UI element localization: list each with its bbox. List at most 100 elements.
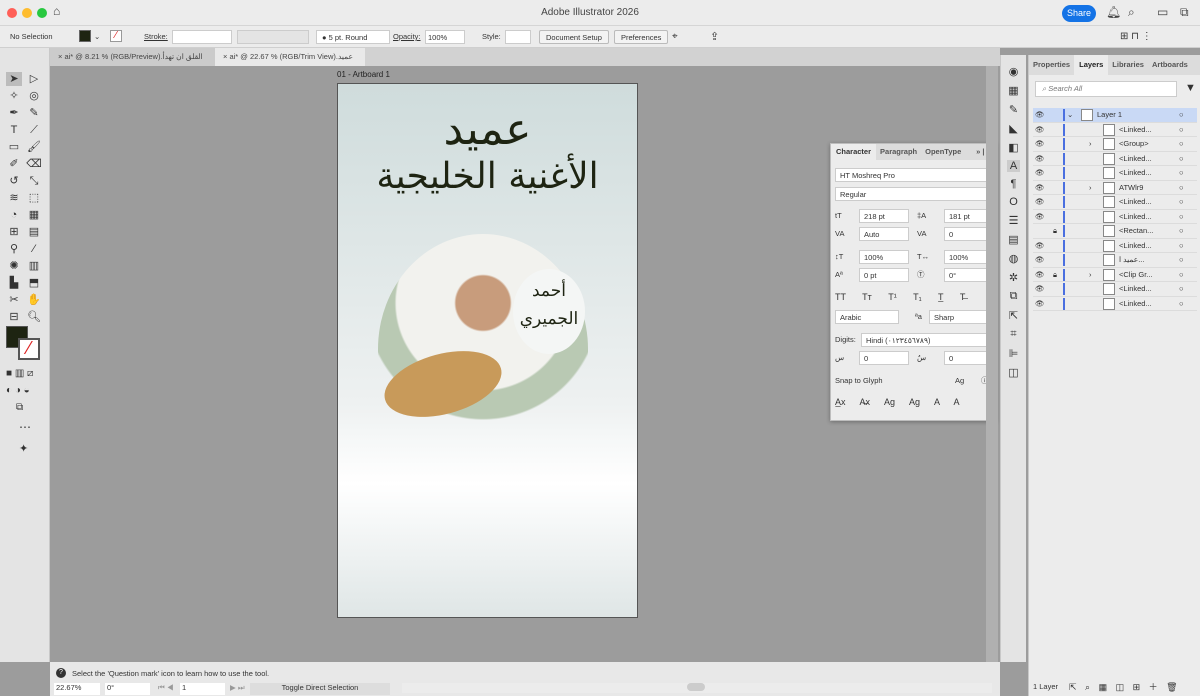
arrange-icon[interactable]: ⧉ xyxy=(1180,5,1189,20)
slice-tool-icon[interactable]: ✂ xyxy=(6,293,22,307)
curvature-tool-icon[interactable]: ✎ xyxy=(26,106,42,120)
fill-swatch[interactable] xyxy=(79,30,91,42)
layers-search-input[interactable]: ⌕ Search All xyxy=(1035,81,1177,97)
target-circle-icon[interactable]: ○ xyxy=(1179,137,1184,151)
pen-tool-icon[interactable]: ✒ xyxy=(6,106,22,120)
lasso-tool-icon[interactable]: ◎ xyxy=(26,89,42,103)
zoom-select[interactable]: 22.67% xyxy=(54,683,100,695)
visibility-eye-icon[interactable]: 👁︎ xyxy=(1035,166,1045,180)
layer-row[interactable]: 👁︎ <Linked... ○ xyxy=(1033,282,1197,297)
baseline-shift-input[interactable]: 0 pt xyxy=(859,268,909,282)
vertical-scrollbar[interactable] xyxy=(986,66,998,662)
direct-selection-tool-icon[interactable]: ▷ xyxy=(26,72,42,86)
text-style-buttons[interactable]: TT Tт T¹ T₁ T̲ T̶ xyxy=(835,290,992,304)
opacity-label[interactable]: Opacity: xyxy=(393,30,421,44)
preferences-button[interactable]: Preferences xyxy=(614,30,669,44)
stroke-icon[interactable]: ☰ xyxy=(1009,214,1019,227)
visibility-eye-icon[interactable]: 👁︎ xyxy=(1035,123,1045,137)
shaper-tool-icon[interactable]: ✐ xyxy=(6,157,22,171)
symbols-icon[interactable]: ✲ xyxy=(1009,271,1018,284)
rotation-select[interactable]: 0° xyxy=(105,683,150,695)
layer-row[interactable]: 👁︎ عميد ا... ○ xyxy=(1033,253,1197,268)
target-circle-icon[interactable]: ○ xyxy=(1179,239,1184,253)
opentype-icon[interactable]: O xyxy=(1009,196,1018,208)
zoom-tool-icon[interactable]: 🔍︎ xyxy=(26,310,42,324)
target-circle-icon[interactable]: ○ xyxy=(1179,166,1184,180)
chevron-down-icon[interactable]: ⌄ xyxy=(1067,108,1073,122)
layer-row[interactable]: 👁︎ 🔒︎ › <Clip Gr... ○ xyxy=(1033,268,1197,282)
layer-row[interactable]: 🔒︎ <Rectan... ○ xyxy=(1033,224,1197,239)
character-rotation-input[interactable]: 0° xyxy=(944,268,992,282)
magic-wand-tool-icon[interactable]: ✧ xyxy=(6,89,22,103)
glyph-icon[interactable]: Ag xyxy=(955,374,964,388)
layer-row[interactable]: 👁︎ <Linked... ○ xyxy=(1033,239,1197,253)
tab-paragraph[interactable]: Paragraph xyxy=(876,144,921,160)
target-circle-icon[interactable]: ○ xyxy=(1179,282,1184,296)
visibility-eye-icon[interactable]: 👁︎ xyxy=(1035,297,1045,311)
transparency-icon[interactable]: ◧ xyxy=(1008,141,1018,154)
snap-to-glyph-buttons[interactable]: A̲x A̶x Ag Ag A A xyxy=(835,395,992,413)
visibility-eye-icon[interactable]: 👁︎ xyxy=(1035,137,1045,151)
vertical-scale-input[interactable]: 100% xyxy=(859,250,909,264)
tab-libraries[interactable]: Libraries xyxy=(1108,55,1148,75)
image-trace-icon[interactable]: ⌗ xyxy=(1010,328,1016,341)
symbol-sprayer-tool-icon[interactable]: ✺ xyxy=(6,259,22,273)
share-button[interactable]: Share xyxy=(1062,5,1096,22)
target-circle-icon[interactable]: ○ xyxy=(1179,297,1184,311)
target-circle-icon[interactable]: ○ xyxy=(1179,268,1184,282)
font-style-select[interactable]: Regular xyxy=(835,187,992,201)
shapes-icon[interactable]: ◣ xyxy=(1009,122,1017,135)
paintbrush-tool-icon[interactable]: 🖌︎ xyxy=(26,140,42,154)
font-size-input[interactable]: 218 pt xyxy=(859,209,909,223)
type-tool-icon[interactable]: T xyxy=(6,123,22,137)
help-icon[interactable]: ? xyxy=(56,668,66,678)
blend-tool-icon[interactable]: ⁄ xyxy=(26,242,42,256)
chevron-right-icon[interactable]: › xyxy=(1089,268,1092,282)
visibility-eye-icon[interactable]: 👁︎ xyxy=(1035,239,1045,253)
tab-properties[interactable]: Properties xyxy=(1029,55,1074,75)
tab-opentype[interactable]: OpenType xyxy=(921,144,965,160)
rotate-tool-icon[interactable]: ↺ xyxy=(6,174,22,188)
export-icon[interactable]: ⇪ xyxy=(710,30,719,44)
pathfinder-icon[interactable]: ⧉ xyxy=(1010,290,1018,303)
visibility-eye-icon[interactable]: 👁︎ xyxy=(1035,152,1045,166)
artboard-tool-icon[interactable]: ⬒ xyxy=(26,276,42,290)
layer-row[interactable]: 👁︎ › ATWlr9 ○ xyxy=(1033,181,1197,195)
tab-document-2[interactable]: × ai* @ 22.67 % (RGB/Trim View).عميد xyxy=(215,48,365,66)
eraser-tool-icon[interactable]: ⌫ xyxy=(26,157,42,171)
tab-layers[interactable]: Layers xyxy=(1074,55,1109,75)
brushes-icon[interactable]: ✎ xyxy=(1009,103,1018,116)
visibility-eye-icon[interactable]: 👁︎ xyxy=(1035,108,1045,122)
stroke-weight-input[interactable] xyxy=(172,30,232,44)
lock-icon[interactable]: 🔒︎ xyxy=(1053,268,1057,282)
free-transform-tool-icon[interactable]: ⬚ xyxy=(26,191,42,205)
stroke-label[interactable]: Stroke: xyxy=(144,30,168,44)
target-circle-icon[interactable]: ○ xyxy=(1179,253,1184,267)
chevron-right-icon[interactable]: › xyxy=(1089,137,1092,151)
layer-row[interactable]: 👁︎ <Linked... ○ xyxy=(1033,166,1197,181)
links-icon[interactable]: ⇱ xyxy=(1009,309,1018,322)
opacity-input[interactable]: 100% xyxy=(425,30,465,44)
stroke-color[interactable]: ⁄ xyxy=(18,338,40,360)
layer-row[interactable]: 👁︎ <Linked... ○ xyxy=(1033,210,1197,224)
target-circle-icon[interactable]: ○ xyxy=(1179,152,1184,166)
diacritic-position-input[interactable]: 0 xyxy=(944,351,992,365)
current-tool-status[interactable]: Toggle Direct Selection xyxy=(250,683,390,695)
layer-actions[interactable]: ⇱ ⌕ ▦ ◫ ⊞ ＋ 🗑︎ xyxy=(1069,680,1178,693)
stroke-swatch[interactable]: ⁄ xyxy=(110,30,122,42)
chevron-right-icon[interactable]: › xyxy=(1089,181,1092,195)
tab-document-1[interactable]: × ai* @ 8.21 % (RGB/Preview).القلق ان ته… xyxy=(50,48,215,66)
visibility-eye-icon[interactable]: 👁︎ xyxy=(1035,268,1045,282)
leading-input[interactable]: 181 pt xyxy=(944,209,992,223)
visibility-eye-icon[interactable]: 👁︎ xyxy=(1035,253,1045,267)
kerning-input[interactable]: Auto xyxy=(859,227,909,241)
column-graph-tool-icon[interactable]: ▥ xyxy=(26,259,42,273)
language-select[interactable]: Arabic xyxy=(835,310,899,324)
more-tools-icon[interactable]: ⋯ xyxy=(19,420,31,434)
width-tool-icon[interactable]: ≋ xyxy=(6,191,22,205)
layer-row[interactable]: 👁︎ <Linked... ○ xyxy=(1033,152,1197,166)
variable-width-select[interactable] xyxy=(237,30,309,44)
print-tiling-tool-icon[interactable]: ⊟ xyxy=(6,310,22,324)
workspace-icon[interactable]: ▭ xyxy=(1157,5,1168,19)
layer-row[interactable]: 👁︎ <Linked... ○ xyxy=(1033,297,1197,311)
